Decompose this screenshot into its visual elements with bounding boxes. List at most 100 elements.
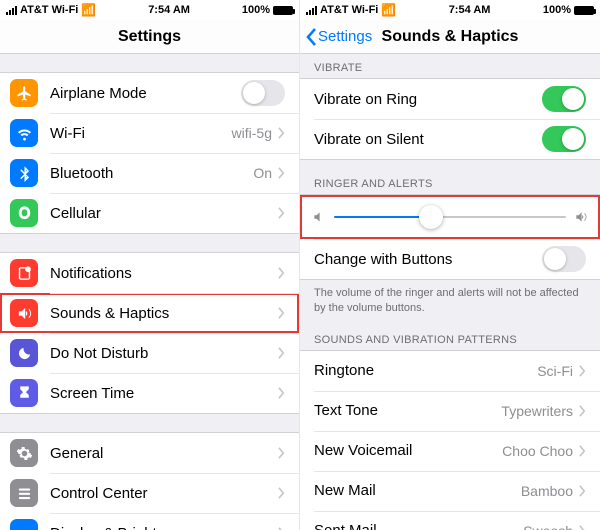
volume-low-icon xyxy=(312,210,326,224)
volume-slider[interactable] xyxy=(312,210,588,224)
clock: 7:54 AM xyxy=(449,4,491,16)
battery-label: 100% xyxy=(543,4,571,16)
chevron-right-icon xyxy=(278,167,285,179)
row-new-voicemail[interactable]: New Voicemail Choo Choo xyxy=(300,431,600,471)
page-title: Settings xyxy=(118,28,181,46)
gear-icon xyxy=(10,439,38,467)
row-airplane-mode[interactable]: Airplane Mode xyxy=(0,73,299,113)
volume-high-icon xyxy=(574,210,588,224)
back-button[interactable]: Settings xyxy=(306,28,372,46)
row-label: Screen Time xyxy=(50,385,278,402)
chevron-right-icon xyxy=(278,347,285,359)
row-display-brightness[interactable]: AA Display & Brightness xyxy=(0,513,299,530)
change-buttons-toggle[interactable] xyxy=(542,246,586,272)
signal-icon xyxy=(306,6,317,15)
ringer-footer: The volume of the ringer and alerts will… xyxy=(300,280,600,326)
wifi-icon: 📶 xyxy=(381,4,396,16)
row-value: Swoosh xyxy=(523,523,573,530)
row-value: Typewriters xyxy=(501,403,573,419)
page-title: Sounds & Haptics xyxy=(382,28,519,46)
row-screen-time[interactable]: Screen Time xyxy=(0,373,299,413)
section-header-ringer: RINGER AND ALERTS xyxy=(300,160,600,194)
row-label: Change with Buttons xyxy=(314,251,542,268)
moon-icon xyxy=(10,339,38,367)
slider-thumb[interactable] xyxy=(419,205,443,229)
row-label: General xyxy=(50,445,278,462)
carrier-label: AT&T Wi-Fi xyxy=(20,4,78,16)
back-label: Settings xyxy=(318,28,372,45)
row-label: Control Center xyxy=(50,485,278,502)
row-new-mail[interactable]: New Mail Bamboo xyxy=(300,471,600,511)
status-bar: AT&T Wi-Fi 📶 7:54 AM 100% xyxy=(300,0,600,20)
row-value: Bamboo xyxy=(521,483,573,499)
row-change-with-buttons[interactable]: Change with Buttons xyxy=(300,239,600,279)
row-text-tone[interactable]: Text Tone Typewriters xyxy=(300,391,600,431)
row-value: On xyxy=(253,165,272,181)
row-control-center[interactable]: Control Center xyxy=(0,473,299,513)
row-volume-slider[interactable] xyxy=(300,195,600,239)
row-label: New Voicemail xyxy=(314,442,502,459)
ringer-group: Change with Buttons xyxy=(300,194,600,280)
settings-group-connectivity: Airplane Mode Wi-Fi wifi-5g Bluetooth On… xyxy=(0,72,299,234)
chevron-right-icon xyxy=(278,207,285,219)
bluetooth-icon xyxy=(10,159,38,187)
row-label: Vibrate on Ring xyxy=(314,91,542,108)
vibrate-ring-toggle[interactable] xyxy=(542,86,586,112)
row-label: Display & Brightness xyxy=(50,525,278,530)
text-size-icon: AA xyxy=(10,519,38,530)
row-do-not-disturb[interactable]: Do Not Disturb xyxy=(0,333,299,373)
row-label: Wi-Fi xyxy=(50,125,232,142)
row-label: Ringtone xyxy=(314,362,537,379)
signal-icon xyxy=(6,6,17,15)
chevron-right-icon xyxy=(278,487,285,499)
row-ringtone[interactable]: Ringtone Sci-Fi xyxy=(300,351,600,391)
row-sent-mail[interactable]: Sent Mail Swoosh xyxy=(300,511,600,530)
airplane-icon xyxy=(10,79,38,107)
status-bar: AT&T Wi-Fi 📶 7:54 AM 100% xyxy=(0,0,299,20)
row-vibrate-on-ring[interactable]: Vibrate on Ring xyxy=(300,79,600,119)
wifi-settings-icon xyxy=(10,119,38,147)
row-label: Vibrate on Silent xyxy=(314,131,542,148)
notifications-icon xyxy=(10,259,38,287)
row-value: Sci-Fi xyxy=(537,363,573,379)
row-label: New Mail xyxy=(314,482,521,499)
battery-icon xyxy=(574,6,594,15)
row-sounds-haptics[interactable]: Sounds & Haptics xyxy=(0,293,299,333)
row-label: Airplane Mode xyxy=(50,85,241,102)
row-label: Sent Mail xyxy=(314,522,523,530)
row-label: Sounds & Haptics xyxy=(50,305,278,322)
battery-icon xyxy=(273,6,293,15)
hourglass-icon xyxy=(10,379,38,407)
clock: 7:54 AM xyxy=(148,4,190,16)
airplane-toggle[interactable] xyxy=(241,80,285,106)
chevron-right-icon xyxy=(278,447,285,459)
row-vibrate-on-silent[interactable]: Vibrate on Silent xyxy=(300,119,600,159)
chevron-right-icon xyxy=(278,387,285,399)
sounds-group: Ringtone Sci-Fi Text Tone Typewriters Ne… xyxy=(300,350,600,530)
nav-bar: Settings xyxy=(0,20,299,54)
chevron-right-icon xyxy=(579,445,586,457)
battery-label: 100% xyxy=(242,4,270,16)
nav-bar: Settings Sounds & Haptics xyxy=(300,20,600,54)
row-label: Cellular xyxy=(50,205,278,222)
vibrate-silent-toggle[interactable] xyxy=(542,126,586,152)
row-notifications[interactable]: Notifications xyxy=(0,253,299,293)
chevron-right-icon xyxy=(579,485,586,497)
row-cellular[interactable]: Cellular xyxy=(0,193,299,233)
chevron-right-icon xyxy=(278,307,285,319)
row-general[interactable]: General xyxy=(0,433,299,473)
chevron-right-icon xyxy=(278,267,285,279)
vibrate-group: Vibrate on Ring Vibrate on Silent xyxy=(300,78,600,160)
slider-track[interactable] xyxy=(334,216,566,218)
row-value: Choo Choo xyxy=(502,443,573,459)
settings-group-general: General Control Center AA Display & Brig… xyxy=(0,432,299,530)
chevron-right-icon xyxy=(579,405,586,417)
row-value: wifi-5g xyxy=(232,125,272,141)
row-bluetooth[interactable]: Bluetooth On xyxy=(0,153,299,193)
row-label: Do Not Disturb xyxy=(50,345,278,362)
sounds-icon xyxy=(10,299,38,327)
section-header-sounds: SOUNDS AND VIBRATION PATTERNS xyxy=(300,326,600,350)
chevron-right-icon xyxy=(278,127,285,139)
settings-group-notifications: Notifications Sounds & Haptics Do Not Di… xyxy=(0,252,299,414)
row-wifi[interactable]: Wi-Fi wifi-5g xyxy=(0,113,299,153)
